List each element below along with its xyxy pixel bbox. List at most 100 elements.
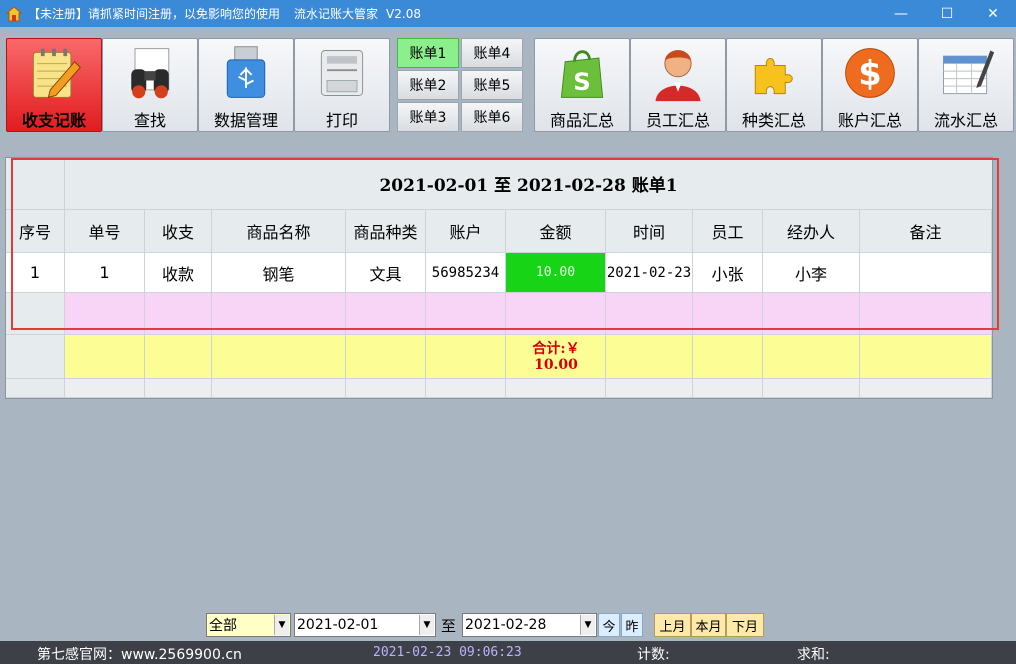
date-to-value: 2021-02-28	[465, 617, 547, 633]
goods-summary-button[interactable]: S 商品汇总	[534, 38, 630, 132]
footer-cell	[860, 379, 992, 398]
header-type[interactable]: 收支	[145, 210, 212, 253]
bill-1-button[interactable]: 账单1	[397, 38, 459, 68]
header-goods-name[interactable]: 商品名称	[212, 210, 346, 253]
record-button[interactable]: 收支记账	[6, 38, 102, 132]
puzzle-icon	[754, 58, 793, 95]
cell-staff[interactable]: 小张	[693, 253, 763, 293]
yesterday-button[interactable]: 昨	[621, 613, 643, 637]
cell-time[interactable]: 2021-02-23	[606, 253, 693, 293]
header-index[interactable]: 序号	[6, 210, 65, 253]
last-month-button[interactable]: 上月	[654, 613, 691, 637]
cell-note[interactable]	[860, 253, 992, 293]
footer-cell	[763, 379, 860, 398]
total-row: 合计:￥ 10.00	[6, 335, 992, 379]
total-amount: 合计:￥ 10.00	[506, 335, 606, 379]
bill-6-button[interactable]: 账单6	[461, 102, 523, 132]
new-entry-row[interactable]	[6, 293, 992, 335]
data-manage-button[interactable]: 数据管理	[198, 38, 294, 132]
cell-account[interactable]: 56985234	[426, 253, 506, 293]
header-time[interactable]: 时间	[606, 210, 693, 253]
total-cell	[145, 335, 212, 379]
header-account[interactable]: 账户	[426, 210, 506, 253]
total-cell	[65, 335, 145, 379]
category-summary-button[interactable]: 种类汇总	[726, 38, 822, 132]
title-app-name: 流水记账大管家	[294, 7, 379, 21]
print-label: 打印	[325, 111, 358, 130]
bill-5-button[interactable]: 账单5	[461, 70, 523, 100]
usb-drive-icon	[226, 46, 266, 98]
account-summary-button[interactable]: $ 账户汇总	[822, 38, 918, 132]
spreadsheet-pen-icon	[943, 50, 995, 95]
this-month-button[interactable]: 本月	[691, 613, 726, 637]
today-button[interactable]: 今	[598, 613, 620, 637]
new-cell[interactable]	[693, 293, 763, 335]
window-title: 【未注册】请抓紧时间注册，以免影响您的使用 流水记账大管家 V2.08	[28, 5, 421, 22]
date-from-picker[interactable]: 2021-02-01 ▼	[294, 613, 436, 637]
grid-corner	[6, 158, 65, 210]
account-summary-label: 账户汇总	[837, 111, 902, 130]
person-icon	[655, 50, 701, 102]
new-cell[interactable]	[606, 293, 693, 335]
cell-order-no[interactable]: 1	[65, 253, 145, 293]
total-cell	[346, 335, 426, 379]
total-cell	[763, 335, 860, 379]
new-cell[interactable]	[426, 293, 506, 335]
new-cell[interactable]	[346, 293, 426, 335]
cell-index[interactable]: 1	[6, 253, 65, 293]
cell-handler[interactable]: 小李	[763, 253, 860, 293]
header-goods-category[interactable]: 商品种类	[346, 210, 426, 253]
header-note[interactable]: 备注	[860, 210, 992, 253]
minimize-button[interactable]: —	[878, 0, 924, 27]
notepad-pencil-icon	[32, 48, 81, 99]
header-handler[interactable]: 经办人	[763, 210, 860, 253]
footer-cell	[506, 379, 606, 398]
new-cell[interactable]	[145, 293, 212, 335]
header-order-no[interactable]: 单号	[65, 210, 145, 253]
cell-amount[interactable]: 10.00	[506, 253, 606, 293]
new-row-head	[6, 293, 65, 335]
record-label: 收支记账	[21, 111, 86, 130]
total-cell	[606, 335, 693, 379]
ledger-grid: 2021-02-01 至 2021-02-28 账单1 序号 单号 收支 商品名…	[5, 157, 993, 399]
staff-summary-button[interactable]: 员工汇总	[630, 38, 726, 132]
cell-goods-name[interactable]: 钢笔	[212, 253, 346, 293]
new-cell[interactable]	[506, 293, 606, 335]
data-manage-label: 数据管理	[213, 111, 278, 130]
bill-selector: 账单1 账单4 账单2 账单5 账单3 账单6	[397, 38, 525, 134]
print-button[interactable]: 打印	[294, 38, 390, 132]
next-month-button[interactable]: 下月	[726, 613, 764, 637]
category-summary-label: 种类汇总	[741, 111, 806, 130]
close-button[interactable]: ✕	[970, 0, 1016, 27]
total-cell	[426, 335, 506, 379]
flow-summary-button[interactable]: 流水汇总	[918, 38, 1014, 132]
footer-cell	[145, 379, 212, 398]
new-cell[interactable]	[212, 293, 346, 335]
maximize-button[interactable]: ☐	[924, 0, 970, 27]
cell-goods-category[interactable]: 文具	[346, 253, 426, 293]
bill-4-button[interactable]: 账单4	[461, 38, 523, 68]
dollar-coin-icon: $	[845, 48, 895, 98]
date-to-picker[interactable]: 2021-02-28 ▼	[462, 613, 597, 637]
header-amount[interactable]: 金额	[506, 210, 606, 253]
chevron-down-icon[interactable]: ▼	[419, 615, 434, 635]
goods-summary-label: 商品汇总	[549, 111, 614, 130]
site-link[interactable]: 第七感官网：www.2569900.cn	[37, 644, 242, 664]
chevron-down-icon[interactable]: ▼	[274, 615, 289, 635]
type-filter-select[interactable]: 全部 ▼	[206, 613, 291, 637]
new-cell[interactable]	[860, 293, 992, 335]
chevron-down-icon[interactable]: ▼	[580, 615, 595, 635]
table-row[interactable]: 1 1 收款 钢笔 文具 56985234 10.00 2021-02-23 小…	[6, 253, 992, 293]
bill-2-button[interactable]: 账单2	[397, 70, 459, 100]
total-row-head	[6, 335, 65, 379]
bill-3-button[interactable]: 账单3	[397, 102, 459, 132]
footer-cell	[693, 379, 763, 398]
new-cell[interactable]	[65, 293, 145, 335]
header-staff[interactable]: 员工	[693, 210, 763, 253]
status-datetime: 2021-02-23 09:06:23	[373, 645, 522, 660]
total-cell	[212, 335, 346, 379]
search-button[interactable]: 查找	[102, 38, 198, 132]
new-cell[interactable]	[763, 293, 860, 335]
cell-type[interactable]: 收款	[145, 253, 212, 293]
flow-summary-label: 流水汇总	[933, 111, 998, 130]
